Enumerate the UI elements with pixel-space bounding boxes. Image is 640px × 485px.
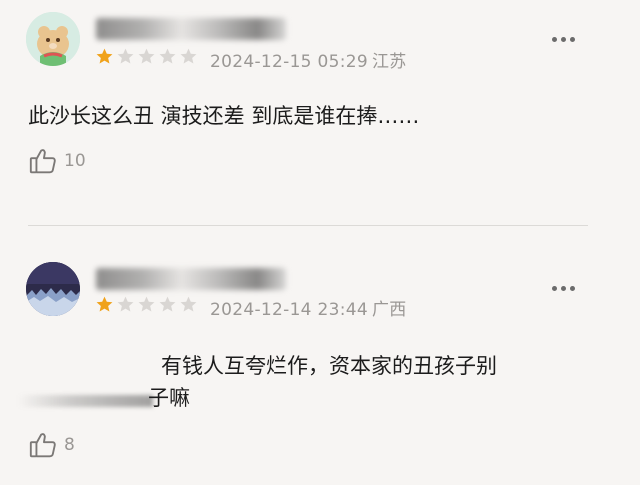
star-icon xyxy=(179,47,198,66)
star-icon xyxy=(179,295,198,314)
avatar[interactable] xyxy=(26,262,80,316)
comment-date: 2024-12-14 23:44 xyxy=(210,300,368,320)
avatar-image xyxy=(26,12,80,66)
username-blurred[interactable] xyxy=(96,18,286,40)
like-count: 8 xyxy=(64,435,75,455)
star-icon xyxy=(95,47,114,66)
thumbs-up-icon xyxy=(28,430,58,460)
comment-item: 2024-12-15 05:29 江苏 此沙长这么丑 演技还差 到底是谁在捧…… … xyxy=(0,0,640,225)
rating-stars xyxy=(95,295,198,315)
like-button[interactable]: 8 xyxy=(28,430,75,460)
star-icon xyxy=(116,47,135,66)
username-blurred[interactable] xyxy=(96,268,286,290)
star-icon xyxy=(158,47,177,66)
like-count: 10 xyxy=(64,151,86,171)
comment-location: 广西 xyxy=(372,300,407,320)
thumbs-up-icon xyxy=(28,146,58,176)
more-options-icon[interactable] xyxy=(552,286,575,291)
star-icon xyxy=(137,47,156,66)
comment-divider xyxy=(28,225,588,226)
comment-meta: 2024-12-14 23:44 广西 xyxy=(210,295,407,320)
comment-item: 2024-12-14 23:44 广西 有钱人互夸烂作，资本家的丑孩子别 子嘛 8 xyxy=(0,240,640,485)
avatar-image xyxy=(26,262,80,316)
more-options-icon[interactable] xyxy=(552,37,575,42)
star-icon xyxy=(158,295,177,314)
comment-text-line1: 有钱人互夸烂作，资本家的丑孩子别 xyxy=(161,354,497,378)
comment-meta: 2024-12-15 05:29 江苏 xyxy=(210,47,407,72)
avatar[interactable] xyxy=(26,12,80,66)
star-icon xyxy=(95,295,114,314)
comment-text: 此沙长这么丑 演技还差 到底是谁在捧…… xyxy=(28,104,420,128)
rating-stars xyxy=(95,47,198,67)
comment-date: 2024-12-15 05:29 xyxy=(210,52,368,72)
like-button[interactable]: 10 xyxy=(28,146,86,176)
comment-text-line2: 子嘛 xyxy=(148,386,190,410)
image-artifact xyxy=(18,395,153,407)
star-icon xyxy=(116,295,135,314)
comment-location: 江苏 xyxy=(372,52,407,72)
star-icon xyxy=(137,295,156,314)
